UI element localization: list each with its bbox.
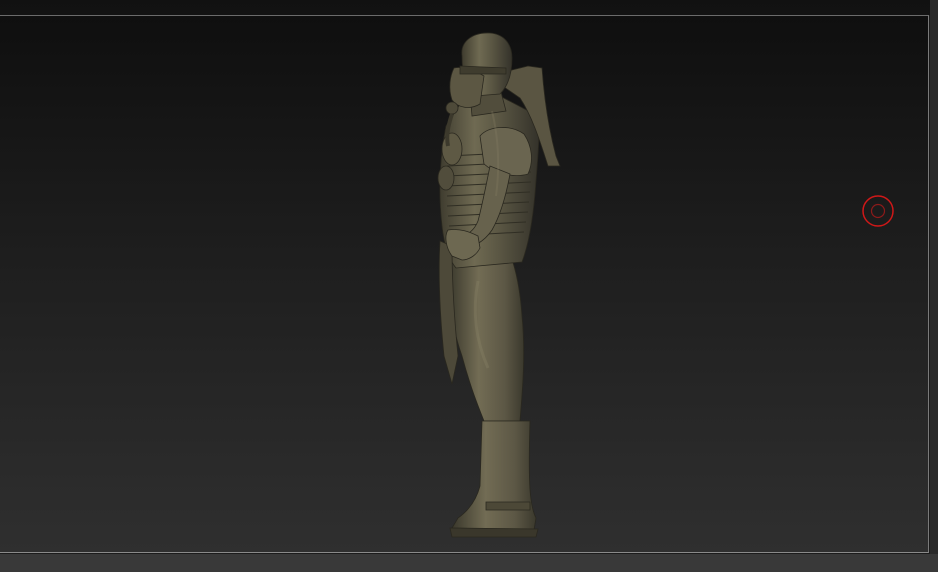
boot-strap	[485, 501, 531, 511]
thigh	[448, 243, 525, 422]
zbrush-canvas-window	[0, 0, 938, 572]
3d-viewport[interactable]	[0, 15, 929, 553]
right-edge-strip	[930, 0, 938, 572]
top-strip	[0, 0, 938, 15]
bottom-strip	[0, 554, 938, 572]
chest-canister	[441, 132, 463, 166]
boot	[451, 420, 537, 531]
sole	[449, 527, 539, 538]
figure	[437, 32, 561, 538]
respirator-filter	[445, 101, 459, 115]
rotation-target-icon[interactable]	[862, 195, 894, 227]
sculpted-figure-model[interactable]	[0, 16, 929, 553]
